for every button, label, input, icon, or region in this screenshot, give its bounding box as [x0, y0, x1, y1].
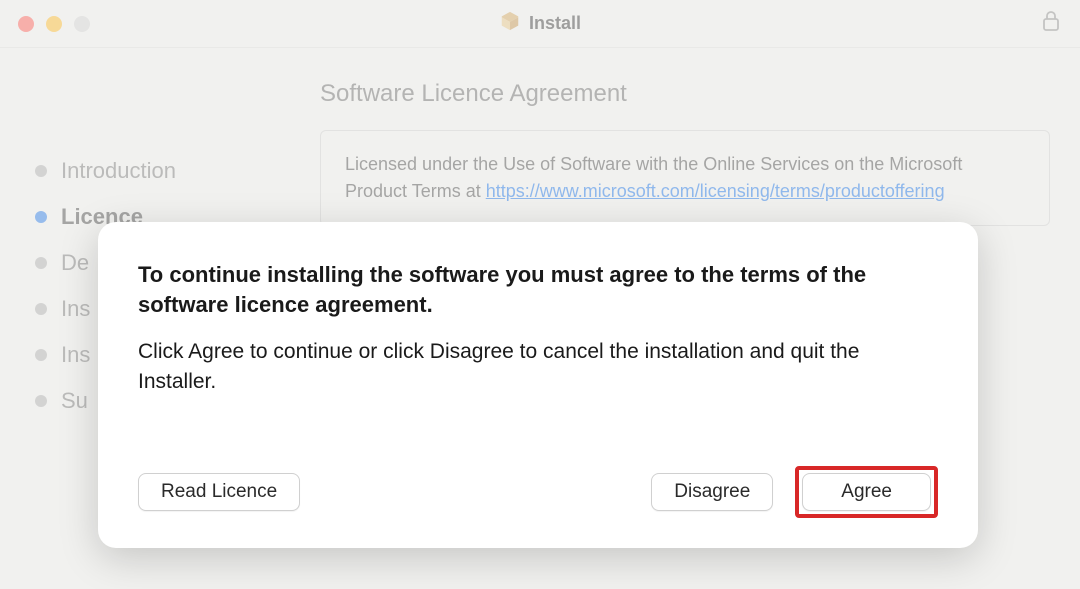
step-bullet-icon [35, 303, 47, 315]
close-window-button[interactable] [18, 16, 34, 32]
modal-body-text: Click Agree to continue or click Disagre… [138, 337, 938, 396]
step-label: De [61, 250, 89, 276]
titlebar: Install [0, 0, 1080, 48]
step-bullet-icon [35, 257, 47, 269]
modal-button-row: Read Licence Disagree Agree [138, 466, 938, 518]
step-bullet-icon [35, 165, 47, 177]
window-title: Install [529, 13, 581, 34]
agree-button[interactable]: Agree [802, 473, 931, 511]
step-bullet-icon [35, 395, 47, 407]
step-label: Su [61, 388, 88, 414]
titlebar-center: Install [499, 10, 581, 37]
agreement-modal: To continue installing the software you … [98, 222, 978, 548]
step-label: Ins [61, 296, 90, 322]
window-controls [18, 16, 90, 32]
license-text-box: Licensed under the Use of Software with … [320, 130, 1050, 226]
step-bullet-icon [35, 349, 47, 361]
minimize-window-button[interactable] [46, 16, 62, 32]
read-licence-button[interactable]: Read Licence [138, 473, 300, 511]
content-heading: Software Licence Agreement [320, 80, 1050, 108]
modal-heading: To continue installing the software you … [138, 260, 938, 319]
step-label: Ins [61, 342, 90, 368]
sidebar-step-introduction: Introduction [35, 158, 320, 184]
step-label: Introduction [61, 158, 176, 184]
agree-button-highlight: Agree [795, 466, 938, 518]
package-icon [499, 10, 521, 37]
lock-icon [1042, 10, 1060, 37]
disagree-button[interactable]: Disagree [651, 473, 773, 511]
maximize-window-button[interactable] [74, 16, 90, 32]
step-bullet-icon [35, 211, 47, 223]
license-link[interactable]: https://www.microsoft.com/licensing/term… [486, 181, 945, 201]
